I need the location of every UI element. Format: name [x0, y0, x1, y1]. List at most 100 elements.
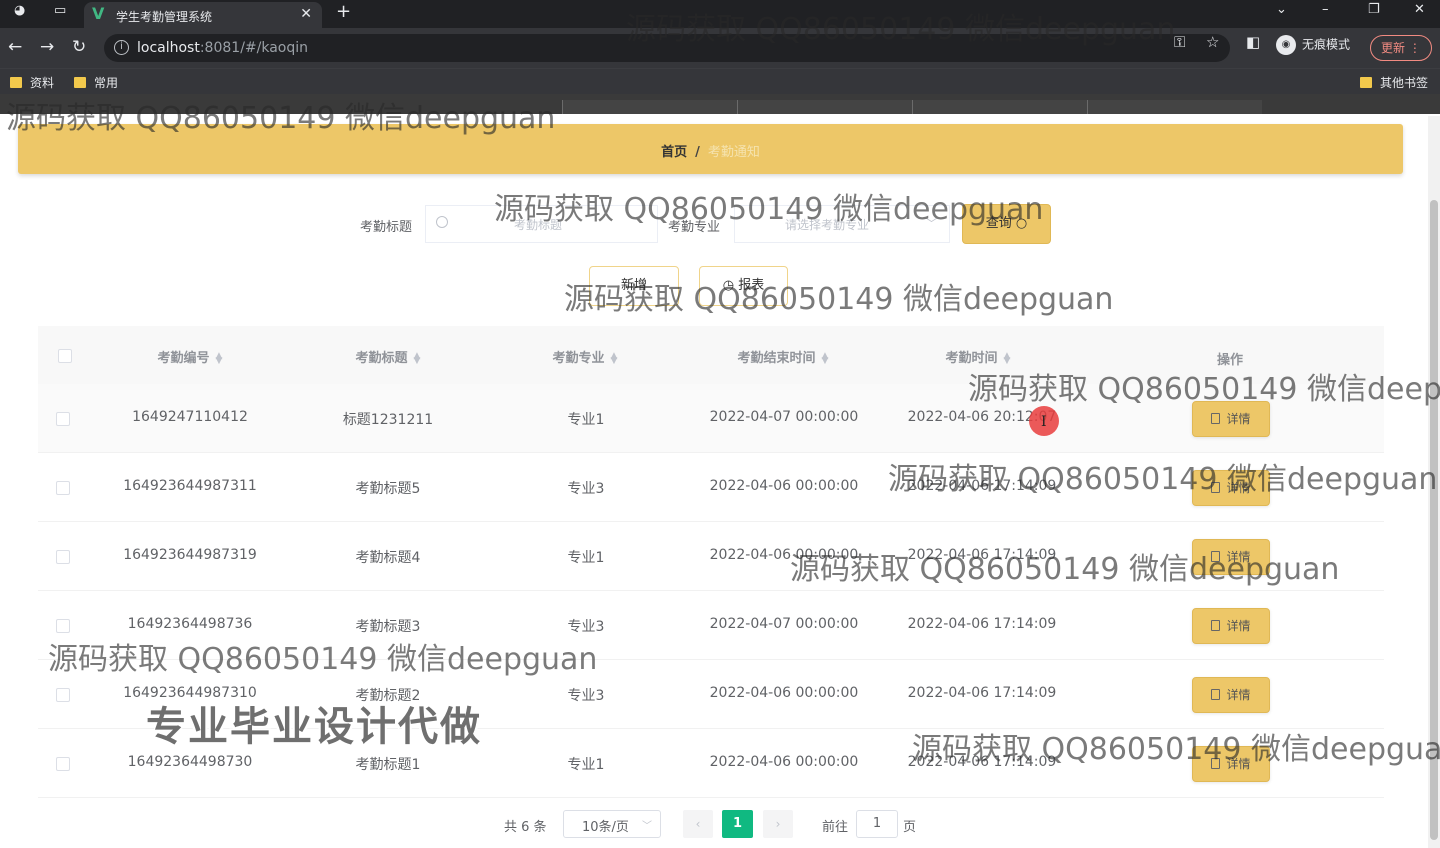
row-checkbox[interactable]: [56, 412, 70, 426]
breadcrumb-home[interactable]: 首页: [661, 145, 687, 160]
table-row[interactable]: 1649247110412 标题1231211 专业1 2022-04-07 0…: [38, 384, 1384, 453]
table-row[interactable]: 164923644987319 考勤标题4 专业1 2022-04-06 00:…: [38, 522, 1384, 591]
row-checkbox[interactable]: [56, 481, 70, 495]
add-button[interactable]: 新增: [589, 266, 679, 306]
folder-icon: [1360, 77, 1372, 88]
column-header-id[interactable]: 考勤编号 ▲ ▼: [140, 347, 240, 366]
browser-menu-icon[interactable]: ◕: [14, 3, 25, 18]
page-size-select[interactable]: 10条/页 ﹀: [563, 810, 661, 838]
reload-icon[interactable]: ↻: [72, 37, 86, 57]
nav-menu-item[interactable]: [562, 100, 737, 114]
scrollbar-thumb[interactable]: [1430, 200, 1438, 840]
url-input[interactable]: i localhost:8081/#/kaoqin: [104, 34, 1230, 62]
goto-label: 前往: [822, 820, 849, 835]
bookmark-folder-changyong[interactable]: 常用: [74, 74, 118, 91]
next-page-button[interactable]: ›: [763, 810, 793, 838]
incognito-indicator[interactable]: ◉ 无痕模式: [1276, 35, 1350, 55]
cell-id: 164923644987311: [123, 478, 257, 494]
cell-title: 考勤标题1: [355, 757, 421, 773]
tab-search-icon[interactable]: ⌄: [1276, 2, 1287, 17]
key-icon[interactable]: ⚿: [1174, 33, 1185, 51]
detail-button[interactable]: 详情: [1192, 401, 1270, 437]
forward-icon[interactable]: →: [40, 37, 54, 57]
column-header-time[interactable]: 考勤时间 ▲ ▼: [923, 347, 1033, 366]
search-icon: ○: [1015, 216, 1028, 231]
major-select[interactable]: 请选择考勤专业 ﹀: [734, 205, 950, 243]
goto-page-input[interactable]: 1: [856, 810, 898, 838]
folder-icon: [74, 77, 86, 88]
column-header-major[interactable]: 考勤专业 ▲ ▼: [535, 347, 635, 366]
update-button[interactable]: 更新 ⋮: [1370, 35, 1432, 61]
page-number-current[interactable]: 1: [722, 810, 753, 838]
sort-icon[interactable]: ▲ ▼: [414, 351, 421, 365]
query-button[interactable]: 查询 ○: [962, 204, 1051, 244]
address-bar-row: ← → ↻ i localhost:8081/#/kaoqin ⚿ ☆ ◧ ◉ 无…: [0, 28, 1440, 68]
cell-major: 专业1: [567, 550, 605, 566]
pager-total: 共 6 条: [504, 820, 547, 835]
cell-title: 考勤标题4: [355, 550, 421, 566]
sort-icon[interactable]: ▲ ▼: [1004, 351, 1011, 365]
new-tab-icon[interactable]: +: [336, 1, 351, 22]
close-window-icon[interactable]: ✕: [1414, 2, 1425, 17]
table-row[interactable]: 16492364498736 考勤标题3 专业3 2022-04-07 00:0…: [38, 591, 1384, 660]
nav-menu-item[interactable]: [1087, 100, 1262, 114]
report-button[interactable]: ◷ 报表: [699, 266, 788, 306]
document-icon: [1211, 413, 1221, 424]
breadcrumb: 首页 / 考勤通知: [18, 141, 1403, 160]
minimize-icon[interactable]: –: [1322, 2, 1329, 17]
cell-id: 16492364498730: [127, 754, 253, 770]
detail-button[interactable]: 详情: [1192, 539, 1270, 575]
column-header-actions: 操作: [1216, 353, 1243, 368]
nav-menu-item[interactable]: [737, 100, 912, 114]
chevron-down-icon: ﹀: [926, 217, 937, 230]
title-search-input[interactable]: 考勤标题: [425, 205, 658, 243]
sort-icon[interactable]: ▲ ▼: [216, 351, 223, 365]
text-cursor-icon: I: [1041, 414, 1047, 430]
cell-time: 2022-04-06 17:14:09: [907, 754, 1057, 770]
detail-button[interactable]: 详情: [1192, 470, 1270, 506]
tab-close-icon[interactable]: ✕: [300, 6, 312, 22]
detail-button[interactable]: 详情: [1192, 677, 1270, 713]
other-bookmarks[interactable]: 其他书签: [1360, 74, 1428, 91]
row-checkbox[interactable]: [56, 688, 70, 702]
tab-list-icon[interactable]: ▭: [54, 3, 66, 18]
restore-icon[interactable]: ❐: [1368, 2, 1380, 17]
site-info-icon[interactable]: i: [114, 40, 129, 55]
page-scrollbar[interactable]: [1428, 116, 1440, 848]
cell-end-time: 2022-04-06 00:00:00: [709, 478, 859, 494]
row-checkbox[interactable]: [56, 619, 70, 633]
column-header-end-time[interactable]: 考勤结束时间 ▲ ▼: [718, 347, 848, 366]
nav-menu-item[interactable]: [912, 100, 1087, 114]
title-search-label: 考勤标题: [360, 220, 413, 235]
watermark-big-text: 专业毕业设计代做: [146, 704, 482, 750]
cell-end-time: 2022-04-06 00:00:00: [709, 547, 859, 563]
page-suffix-label: 页: [903, 820, 917, 835]
tab-title: 学生考勤管理系统: [116, 10, 213, 24]
row-checkbox[interactable]: [56, 550, 70, 564]
sort-icon[interactable]: ▲ ▼: [611, 351, 618, 365]
bookmarks-bar: 资料 常用 其他书签: [0, 68, 1440, 94]
breadcrumb-current: 考勤通知: [707, 145, 760, 160]
back-icon[interactable]: ←: [8, 37, 22, 57]
bookmark-star-icon[interactable]: ☆: [1206, 33, 1219, 51]
detail-button[interactable]: 详情: [1192, 608, 1270, 644]
table-row[interactable]: 164923644987311 考勤标题5 专业3 2022-04-06 00:…: [38, 453, 1384, 522]
side-panel-icon[interactable]: ◧: [1246, 33, 1260, 51]
cell-major: 专业3: [567, 619, 605, 635]
sort-icon[interactable]: ▲ ▼: [822, 351, 829, 365]
major-search-label: 考勤专业: [668, 220, 721, 235]
bookmark-folder-ziliao[interactable]: 资料: [10, 74, 54, 91]
cell-major: 专业3: [567, 481, 605, 497]
cell-time: 2022-04-06 17:14:09: [907, 616, 1057, 632]
cell-title: 考勤标题5: [355, 481, 421, 497]
prev-page-button[interactable]: ‹: [683, 810, 713, 838]
row-checkbox[interactable]: [56, 757, 70, 771]
detail-button[interactable]: 详情: [1192, 746, 1270, 782]
app-top-nav: [0, 94, 1440, 114]
cell-end-time: 2022-04-06 00:00:00: [709, 754, 859, 770]
folder-icon: [10, 77, 22, 88]
column-header-title[interactable]: 考勤标题 ▲ ▼: [338, 347, 438, 366]
browser-tab[interactable]: V 学生考勤管理系统 ✕: [84, 2, 322, 28]
select-all-checkbox[interactable]: [58, 349, 72, 363]
browser-tab-bar: ◕ ▭ V 学生考勤管理系统 ✕ + ⌄ – ❐ ✕: [0, 0, 1440, 28]
